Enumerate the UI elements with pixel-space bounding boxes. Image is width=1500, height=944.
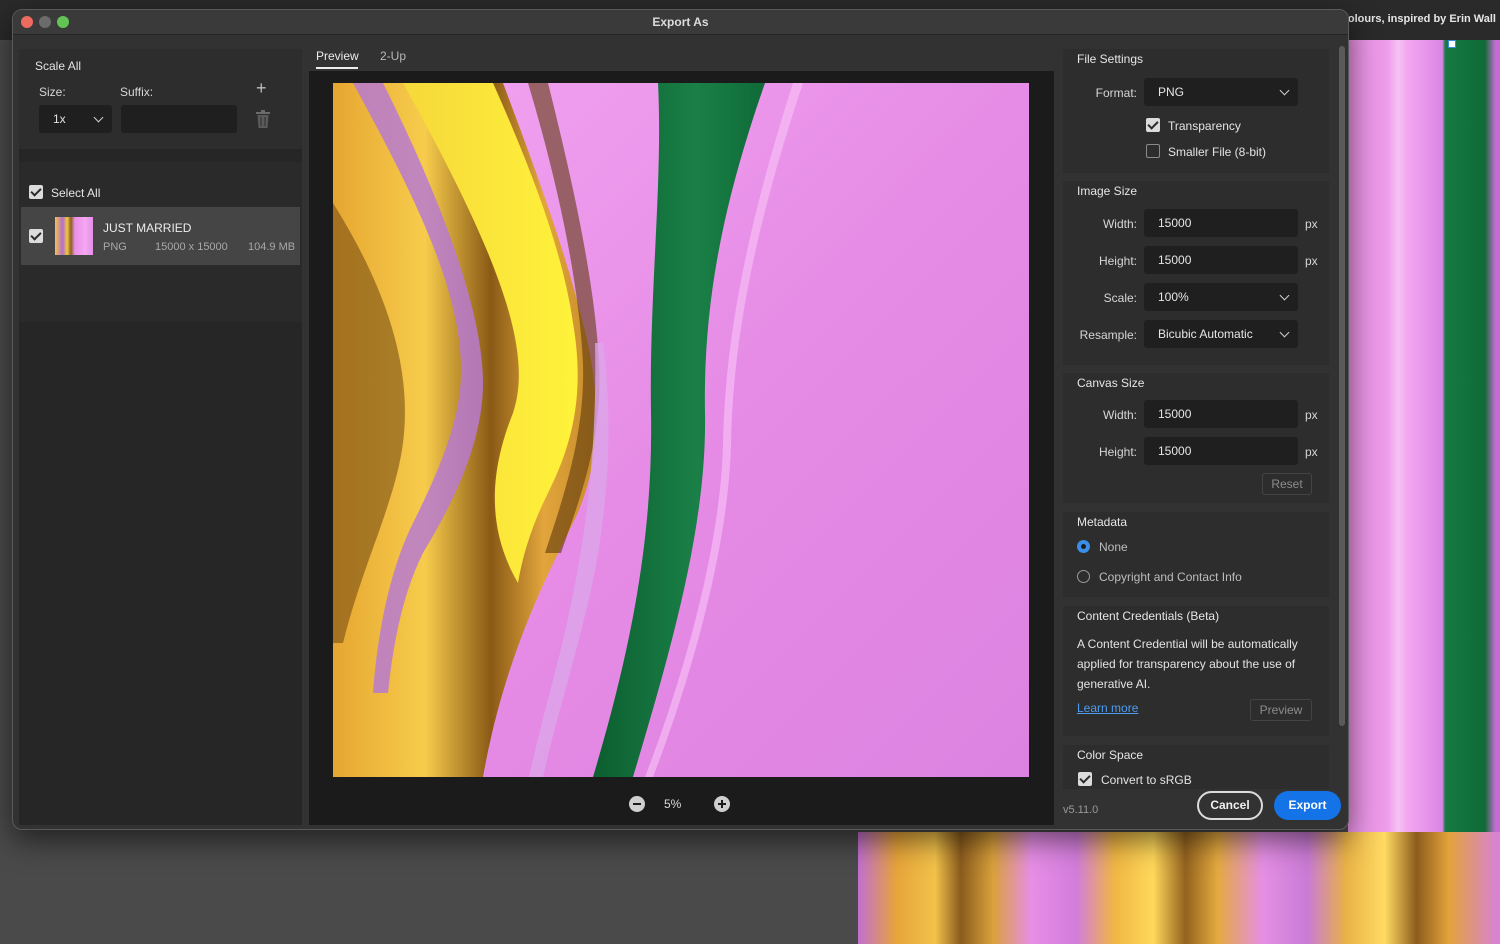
smaller-file-checkbox[interactable] [1146, 144, 1160, 158]
canvas-width-unit: px [1305, 408, 1318, 422]
active-tab-indicator [316, 67, 358, 69]
image-size-panel: Image Size Width: 15000 px Height: 15000… [1063, 181, 1329, 365]
resample-select[interactable]: Bicubic Automatic [1144, 320, 1298, 348]
color-space-title: Color Space [1077, 748, 1144, 762]
dialog-title: Export As [652, 15, 709, 29]
asset-thumbnail [55, 217, 93, 255]
content-credentials-text: A Content Credential will be automatical… [1077, 637, 1298, 691]
assets-panel: Select All JUST MARRIED PNG 15000 x 1500… [19, 162, 302, 322]
canvas-height-unit: px [1305, 445, 1318, 459]
trash-icon[interactable] [255, 109, 271, 129]
metadata-copyright-radio[interactable] [1077, 570, 1090, 583]
image-width-unit: px [1305, 217, 1318, 231]
reset-button[interactable]: Reset [1262, 473, 1312, 495]
export-as-dialog: Export As Scale All Size: Suffix: + 1x S [12, 9, 1349, 830]
add-scale-plus-icon[interactable]: + [256, 78, 267, 99]
resample-label: Resample: [1079, 328, 1137, 342]
convert-srgb-checkbox[interactable] [1078, 772, 1092, 786]
smaller-file-label: Smaller File (8-bit) [1168, 145, 1267, 159]
content-credentials-title: Content Credentials (Beta) [1077, 609, 1220, 623]
learn-more-link[interactable]: Learn more [1077, 701, 1138, 715]
asset-row[interactable]: JUST MARRIED PNG 15000 x 15000 104.9 MB [21, 207, 300, 265]
scale-all-title: Scale All [35, 59, 82, 73]
version-label: v5.11.0 [1063, 804, 1099, 816]
zoom-in-icon[interactable] [714, 796, 730, 812]
background-document-title: olours, inspired by Erin Wall [1347, 13, 1496, 25]
content-credentials-panel: Content Credentials (Beta) A Content Cre… [1063, 606, 1329, 736]
chevron-down-icon [1279, 85, 1290, 96]
image-height-label: Height: [1098, 254, 1137, 268]
zoom-out-icon[interactable] [629, 796, 645, 812]
preview-area: 5% [309, 71, 1054, 825]
close-window-button[interactable] [21, 16, 33, 28]
canvas-height-input[interactable]: 15000 [1144, 437, 1298, 465]
size-select-value: 1x [53, 112, 66, 126]
background-artwork-lower [858, 832, 1500, 944]
tab-preview[interactable]: Preview [316, 49, 359, 63]
canvas-size-title: Canvas Size [1077, 376, 1145, 390]
scale-select-value: 100% [1158, 290, 1189, 304]
size-label: Size: [39, 85, 66, 99]
image-size-title: Image Size [1077, 184, 1138, 198]
image-height-input[interactable]: 15000 [1144, 246, 1298, 274]
tab-2up[interactable]: 2-Up [380, 49, 406, 63]
asset-name: JUST MARRIED [103, 221, 192, 235]
metadata-panel: Metadata None Copyright and Contact Info [1063, 512, 1329, 597]
metadata-none-label: None [1099, 540, 1128, 554]
canvas-height-label: Height: [1098, 445, 1137, 459]
asset-checkbox[interactable] [29, 229, 43, 243]
asset-dimensions: 15000 x 15000 [155, 241, 228, 253]
metadata-title: Metadata [1077, 515, 1128, 529]
preview-column: Preview 2-Up 5% [309, 49, 1054, 825]
format-label: Format: [1095, 86, 1137, 100]
chevron-down-icon [1279, 290, 1290, 301]
suffix-label: Suffix: [120, 85, 154, 99]
metadata-none-radio[interactable] [1077, 540, 1090, 553]
select-all-label: Select All [51, 186, 101, 200]
format-select[interactable]: PNG [1144, 78, 1298, 106]
zoom-level: 5% [664, 797, 682, 811]
settings-scrollbar[interactable] [1339, 46, 1345, 726]
minimize-window-button[interactable] [39, 16, 51, 28]
asset-format: PNG [103, 241, 127, 253]
suffix-input[interactable] [121, 105, 237, 133]
settings-column: File Settings Format: PNG Transparency S… [1063, 49, 1329, 789]
scale-select[interactable]: 100% [1144, 283, 1298, 311]
dialog-titlebar: Export As [13, 10, 1348, 35]
scale-all-panel: Scale All Size: Suffix: + 1x [19, 49, 302, 149]
cancel-button[interactable]: Cancel [1197, 791, 1263, 820]
asset-file-size: 104.9 MB [248, 241, 296, 253]
maximize-window-button[interactable] [57, 16, 69, 28]
image-width-label: Width: [1102, 217, 1137, 231]
canvas-width-label: Width: [1102, 408, 1137, 422]
export-button[interactable]: Export [1274, 791, 1341, 820]
color-space-panel: Color Space Convert to sRGB [1063, 745, 1329, 789]
format-select-value: PNG [1158, 85, 1185, 99]
scale-label: Scale: [1103, 291, 1137, 305]
chevron-down-icon [1279, 327, 1290, 338]
file-settings-panel: File Settings Format: PNG Transparency S… [1063, 49, 1329, 173]
selection-handle[interactable] [1448, 40, 1456, 48]
resample-select-value: Bicubic Automatic [1158, 327, 1253, 341]
left-column: Scale All Size: Suffix: + 1x Select All [19, 49, 302, 825]
transparency-label: Transparency [1168, 119, 1241, 133]
background-artwork [1348, 40, 1500, 832]
transparency-checkbox[interactable] [1146, 118, 1160, 132]
metadata-copyright-label: Copyright and Contact Info [1099, 570, 1242, 584]
credentials-preview-button[interactable]: Preview [1250, 699, 1312, 721]
canvas-width-input[interactable]: 15000 [1144, 400, 1298, 428]
canvas-size-panel: Canvas Size Width: 15000 px Height: 1500… [1063, 373, 1329, 503]
select-all-checkbox[interactable] [29, 185, 43, 199]
image-width-input[interactable]: 15000 [1144, 209, 1298, 237]
preview-image[interactable] [333, 83, 1029, 777]
convert-srgb-label: Convert to sRGB [1101, 773, 1192, 787]
file-settings-title: File Settings [1077, 52, 1144, 66]
image-height-unit: px [1305, 254, 1318, 268]
chevron-down-icon [93, 112, 104, 123]
size-select[interactable]: 1x [39, 105, 112, 133]
